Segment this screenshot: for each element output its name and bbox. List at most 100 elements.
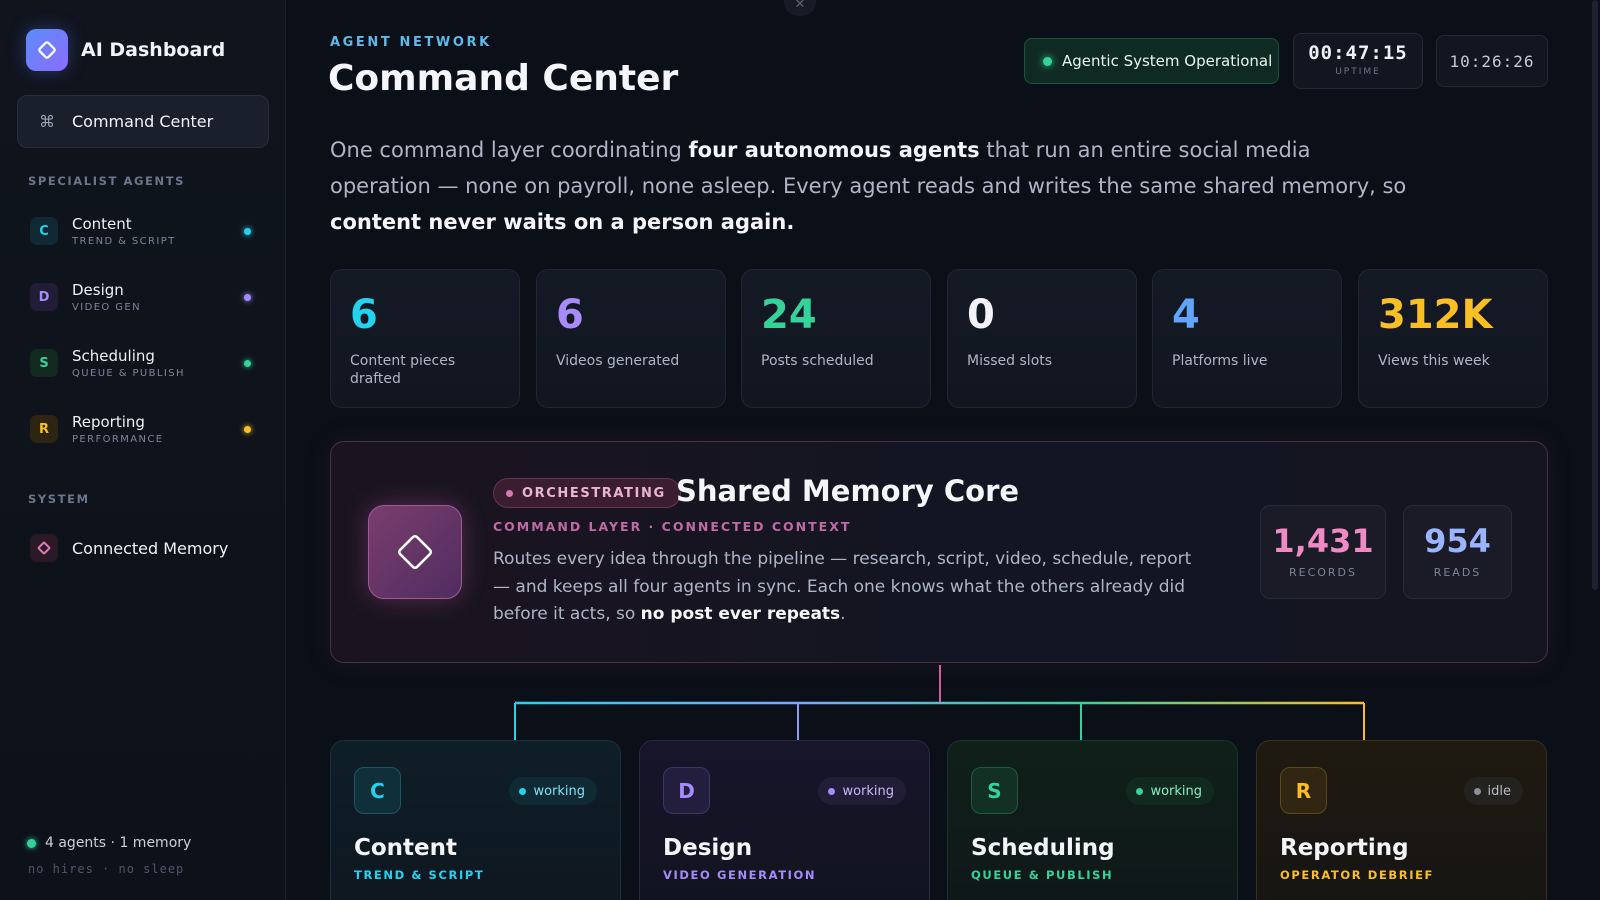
sidebar-item-design-label: Design: [72, 281, 124, 299]
diamond-logo-icon: [26, 29, 68, 71]
reporting-badge-icon: R: [30, 415, 58, 443]
status-dot: [244, 227, 251, 235]
status-dot: [244, 425, 251, 433]
reads-metric: 954 READS: [1403, 505, 1512, 599]
intro-bold-1: four autonomous agents: [688, 138, 980, 162]
status-dot: [506, 489, 513, 497]
content-badge-icon: C: [354, 767, 401, 814]
agent-card-sub: TREND & SCRIPT: [354, 868, 485, 882]
agent-card-design[interactable]: D working Design VIDEO GENERATION: [639, 740, 930, 900]
status-dot: [828, 787, 836, 795]
shared-memory-core-panel[interactable]: ORCHESTRATING Shared Memory Core COMMAND…: [330, 441, 1548, 663]
scheduling-badge-icon: S: [971, 767, 1018, 814]
core-title: Shared Memory Core: [676, 474, 1020, 508]
agent-card-name: Design: [663, 835, 753, 861]
status-dot: [1136, 787, 1144, 795]
status-dot: [244, 293, 251, 301]
footer-subtext: no hires · no sleep: [28, 862, 185, 876]
memory-diamond-icon: [30, 534, 58, 562]
core-desc-text-2: .: [840, 604, 846, 624]
status-badge: working: [818, 777, 906, 805]
stat-label: Content pieces drafted: [350, 353, 456, 387]
agent-card-name: Content: [354, 835, 458, 861]
sidebar-item-reporting[interactable]: R Reporting PERFORMANCE: [17, 403, 269, 455]
sidebar-item-reporting-sub: PERFORMANCE: [72, 434, 164, 445]
status-text: idle: [1487, 783, 1511, 799]
stat-value: 6: [556, 292, 584, 338]
status-dot: [244, 359, 251, 367]
status-badge: working: [1126, 777, 1214, 805]
sidebar-item-design[interactable]: D Design VIDEO GEN: [17, 271, 269, 323]
stat-card-platforms: 4 Platforms live: [1152, 269, 1342, 408]
section-title-specialist-agents: SPECIALIST AGENTS: [28, 174, 186, 188]
stat-value: 0: [967, 292, 995, 338]
stat-label: Views this week: [1378, 353, 1490, 369]
status-text: working: [533, 783, 585, 799]
page-title: Command Center: [328, 58, 679, 99]
reads-label: READS: [1433, 566, 1482, 579]
status-dot: [1473, 787, 1481, 795]
status-dot: [1043, 56, 1052, 66]
sidebar-item-content-sub: TREND & SCRIPT: [72, 236, 176, 247]
sidebar-item-scheduling-label: Scheduling: [72, 347, 155, 365]
brand[interactable]: AI Dashboard: [26, 29, 225, 71]
stat-label: Posts scheduled: [761, 353, 874, 369]
agent-card-name: Scheduling: [971, 835, 1115, 861]
stat-label: Missed slots: [967, 353, 1053, 369]
design-badge-icon: D: [30, 283, 58, 311]
clock: 10:26:26: [1436, 35, 1548, 87]
stat-value: 6: [350, 292, 378, 338]
stat-card-posts: 24 Posts scheduled: [741, 269, 931, 408]
intro-bold-2: content never waits on a person again.: [330, 210, 795, 234]
diamond-icon: [368, 505, 462, 599]
core-subtitle: COMMAND LAYER · CONNECTED CONTEXT: [493, 519, 852, 534]
footer-status-text: 4 agents · 1 memory: [45, 835, 192, 851]
stat-card-views: 312K Views this week: [1358, 269, 1548, 408]
uptime-label: UPTIME: [1335, 67, 1381, 77]
records-metric: 1,431 RECORDS: [1260, 505, 1386, 599]
agent-card-scheduling[interactable]: S working Scheduling QUEUE & PUBLISH: [947, 740, 1238, 900]
uptime-counter: 00:47:15 UPTIME: [1293, 33, 1423, 89]
scrollbar[interactable]: [1592, 0, 1598, 590]
stat-label: Videos generated: [556, 353, 680, 369]
agent-card-sub: OPERATOR DEBRIEF: [1280, 868, 1435, 882]
footer-status: 4 agents · 1 memory: [27, 835, 191, 851]
stat-value: 312K: [1378, 292, 1493, 338]
core-description: Routes every idea through the pipeline —…: [493, 546, 1193, 629]
records-label: RECORDS: [1288, 566, 1358, 579]
intro-paragraph: One command layer coordinating four auto…: [330, 132, 1410, 240]
status-badge: idle: [1463, 777, 1523, 805]
stat-value: 24: [761, 292, 817, 338]
status-text: working: [1150, 783, 1202, 799]
reads-value: 954: [1424, 522, 1491, 560]
intro-text-1: One command layer coordinating: [330, 138, 689, 162]
agent-card-sub: QUEUE & PUBLISH: [971, 868, 1114, 882]
brand-title: AI Dashboard: [81, 39, 226, 61]
stat-value: 4: [1172, 292, 1200, 338]
reporting-badge-icon: R: [1280, 767, 1327, 814]
records-value: 1,431: [1272, 522, 1374, 560]
agent-card-name: Reporting: [1280, 835, 1409, 861]
orchestrating-label: ORCHESTRATING: [522, 485, 666, 501]
stat-card-videos: 6 Videos generated: [536, 269, 726, 408]
nav-command-center-label: Command Center: [72, 112, 214, 131]
section-title-system: SYSTEM: [28, 492, 90, 506]
sidebar-item-connected-memory[interactable]: Connected Memory: [30, 534, 228, 562]
close-icon[interactable]: ✕: [784, 0, 816, 16]
sidebar-item-content[interactable]: C Content TREND & SCRIPT: [17, 205, 269, 257]
nav-command-center[interactable]: ⌘ Command Center: [17, 95, 269, 148]
sidebar-item-connected-memory-label: Connected Memory: [72, 538, 229, 558]
agent-card-sub: VIDEO GENERATION: [663, 868, 817, 882]
sidebar-item-scheduling[interactable]: S Scheduling QUEUE & PUBLISH: [17, 337, 269, 389]
stat-card-missed: 0 Missed slots: [947, 269, 1137, 408]
core-desc-bold: no post ever repeats: [640, 604, 841, 624]
sidebar-item-content-label: Content: [72, 215, 132, 233]
agent-card-reporting[interactable]: R idle Reporting OPERATOR DEBRIEF: [1256, 740, 1547, 900]
orchestrating-badge: ORCHESTRATING: [493, 478, 681, 508]
page-kicker: AGENT NETWORK: [330, 35, 492, 50]
agent-card-content[interactable]: C working Content TREND & SCRIPT: [330, 740, 621, 900]
command-icon: ⌘: [39, 112, 55, 131]
scheduling-badge-icon: S: [30, 349, 58, 377]
stat-label: Platforms live: [1172, 353, 1268, 369]
status-dot: [27, 838, 36, 848]
